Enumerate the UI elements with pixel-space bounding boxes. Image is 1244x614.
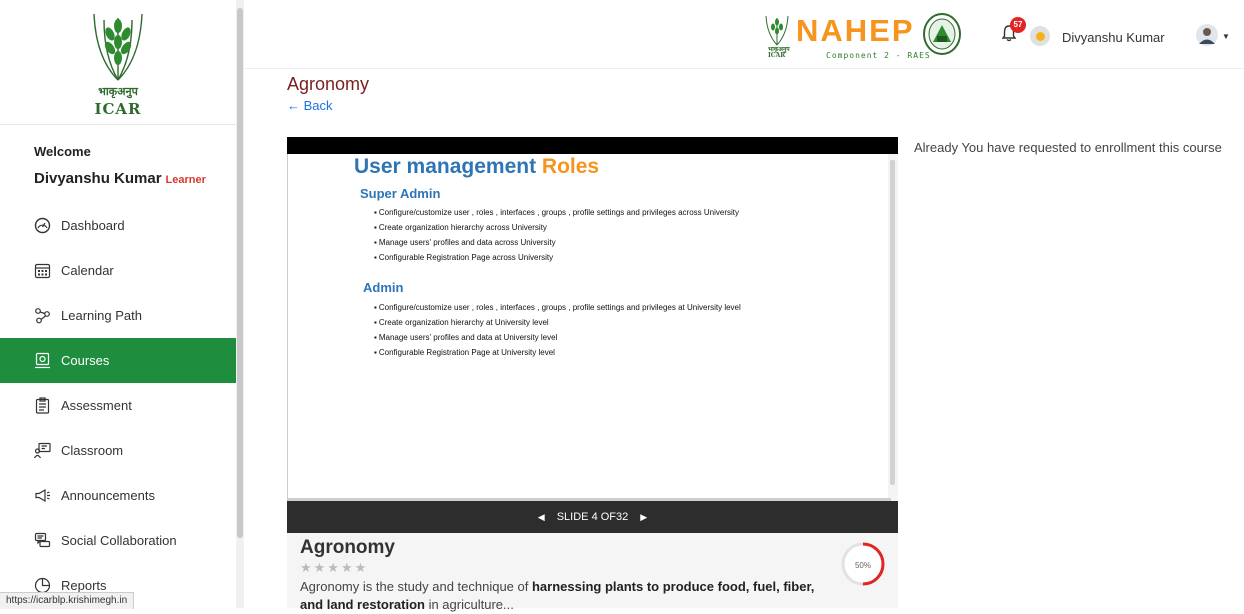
sidebar-item-label: Announcements <box>61 488 155 503</box>
top-header: भाकृअनुप ICAR NAHEP Component 2 - RAES 5… <box>244 0 1244 69</box>
next-slide-icon[interactable]: ▶ <box>640 512 647 523</box>
slide-bullet: Create organization hierarchy at Univers… <box>374 315 741 330</box>
logo-hindi-text: भाकृअनुप <box>98 85 138 98</box>
slide-content: User management Roles Super Admin Config… <box>287 154 898 502</box>
nahep-subtitle: Component 2 - RAES <box>826 51 931 60</box>
university-seal-icon <box>923 13 961 55</box>
sidebar-user-name: Divyanshu Kumar Learner <box>34 170 206 187</box>
courses-icon <box>34 352 51 369</box>
classroom-icon <box>34 442 51 459</box>
course-desc-prefix: Agronomy is the study and technique of <box>300 579 532 594</box>
user-name-text: Divyanshu Kumar <box>34 170 162 187</box>
welcome-label: Welcome <box>34 144 91 159</box>
sidebar-item-label: Calendar <box>61 263 114 278</box>
slide-viewer: User management Roles Super Admin Config… <box>287 137 898 533</box>
icar-emblem-icon <box>93 13 143 81</box>
slide-scrollbar-thumb[interactable] <box>890 160 895 485</box>
slide-bullet: Configure/customize user , roles , inter… <box>374 300 741 315</box>
sidebar-item-label: Courses <box>61 353 110 368</box>
slide-navigation-bar: ◀ SLIDE 4 OF32 ▶ <box>287 501 898 533</box>
back-link[interactable]: ← Back <box>287 98 333 113</box>
learning-path-icon <box>34 307 51 324</box>
slide-scrollbar[interactable] <box>888 154 898 501</box>
sidebar-item-label: Social Collaboration <box>61 533 177 548</box>
sidebar-item-label: Learning Path <box>61 308 142 323</box>
page-title: Agronomy <box>287 74 370 94</box>
course-progress-label: 50% <box>854 561 871 570</box>
logo-text: ICAR <box>94 100 142 118</box>
course-desc-suffix: in agriculture... <box>424 597 514 612</box>
notification-count-badge: 57 <box>1010 17 1026 33</box>
slide-bullet: Manage users' profiles and data at Unive… <box>374 330 741 345</box>
brand-emblem-text: भाकृअनुप ICAR <box>768 46 790 59</box>
course-title: Agronomy <box>300 537 395 558</box>
header-user-name[interactable]: Divyanshu Kumar <box>1062 30 1165 45</box>
sidebar-item-social-collaboration[interactable]: Social Collaboration <box>0 518 236 563</box>
slide-bullet: Manage users' profiles and data across U… <box>374 235 739 250</box>
slide-bullet: Configurable Registration Page at Univer… <box>374 345 741 360</box>
sidebar-item-announcements[interactable]: Announcements <box>0 473 236 518</box>
nahep-logo-text: NAHEP <box>796 13 915 48</box>
sidebar-item-learning-path[interactable]: Learning Path <box>0 293 236 338</box>
assessment-icon <box>34 397 51 414</box>
sidebar-item-calendar[interactable]: Calendar <box>0 248 236 293</box>
enrollment-status-note: Already You have requested to enrollment… <box>914 140 1222 155</box>
sidebar-nav: Dashboard Calendar Learning Path Courses… <box>0 203 236 608</box>
sidebar-item-dashboard[interactable]: Dashboard <box>0 203 236 248</box>
slide-section-heading: Super Admin <box>360 186 441 201</box>
sidebar-item-classroom[interactable]: Classroom <box>0 428 236 473</box>
status-dot-icon <box>1035 31 1045 41</box>
sidebar: भाकृअनुप ICAR Welcome Divyanshu Kumar Lea… <box>0 0 236 609</box>
sidebar-item-label: Classroom <box>61 443 124 458</box>
sidebar-item-assessment[interactable]: Assessment <box>0 383 236 428</box>
slide-section-heading: Admin <box>363 280 404 295</box>
viewer-top-bar <box>287 137 898 154</box>
slide-bullet: Create organization hierarchy across Uni… <box>374 220 739 235</box>
sidebar-scrollbar[interactable] <box>236 0 244 608</box>
previous-slide-icon[interactable]: ◀ <box>538 512 545 523</box>
rating-stars-icon[interactable]: ★★★★★ <box>300 560 368 576</box>
sidebar-item-courses[interactable]: Courses <box>0 338 236 383</box>
browser-status-url: https://icarblp.krishimegh.in <box>0 592 135 609</box>
user-menu-caret-icon[interactable]: ▼ <box>1222 32 1230 41</box>
sidebar-item-label: Dashboard <box>61 218 125 233</box>
slide-counter: SLIDE 4 OF32 <box>556 511 629 523</box>
course-info-card: Agronomy ★★★★★ Agronomy is the study and… <box>287 533 898 612</box>
slide-bullet-list: Configure/customize user , roles , inter… <box>374 205 739 265</box>
user-role-badge: Learner <box>165 174 206 186</box>
course-description: Agronomy is the study and technique of h… <box>300 578 820 614</box>
sidebar-item-label: Reports <box>61 578 107 593</box>
icar-small-emblem-icon <box>765 15 789 46</box>
slide-title-highlight: Roles <box>541 155 600 178</box>
slide-title-main: User management <box>354 155 537 178</box>
user-status-avatar[interactable] <box>1030 26 1050 46</box>
slide-title: User management Roles <box>354 155 599 179</box>
icar-logo[interactable]: भाकृअनुप ICAR <box>0 0 236 125</box>
dashboard-icon <box>34 217 51 234</box>
slide-bullet: Configurable Registration Page across Un… <box>374 250 739 265</box>
megaphone-icon <box>34 487 51 504</box>
sidebar-scrollbar-thumb[interactable] <box>237 8 243 538</box>
user-photo-avatar[interactable] <box>1196 24 1218 46</box>
slide-bullet-list: Configure/customize user , roles , inter… <box>374 300 741 360</box>
sidebar-item-label: Assessment <box>61 398 132 413</box>
calendar-icon <box>34 262 51 279</box>
chat-icon <box>34 532 51 549</box>
slide-bullet: Configure/customize user , roles , inter… <box>374 205 739 220</box>
